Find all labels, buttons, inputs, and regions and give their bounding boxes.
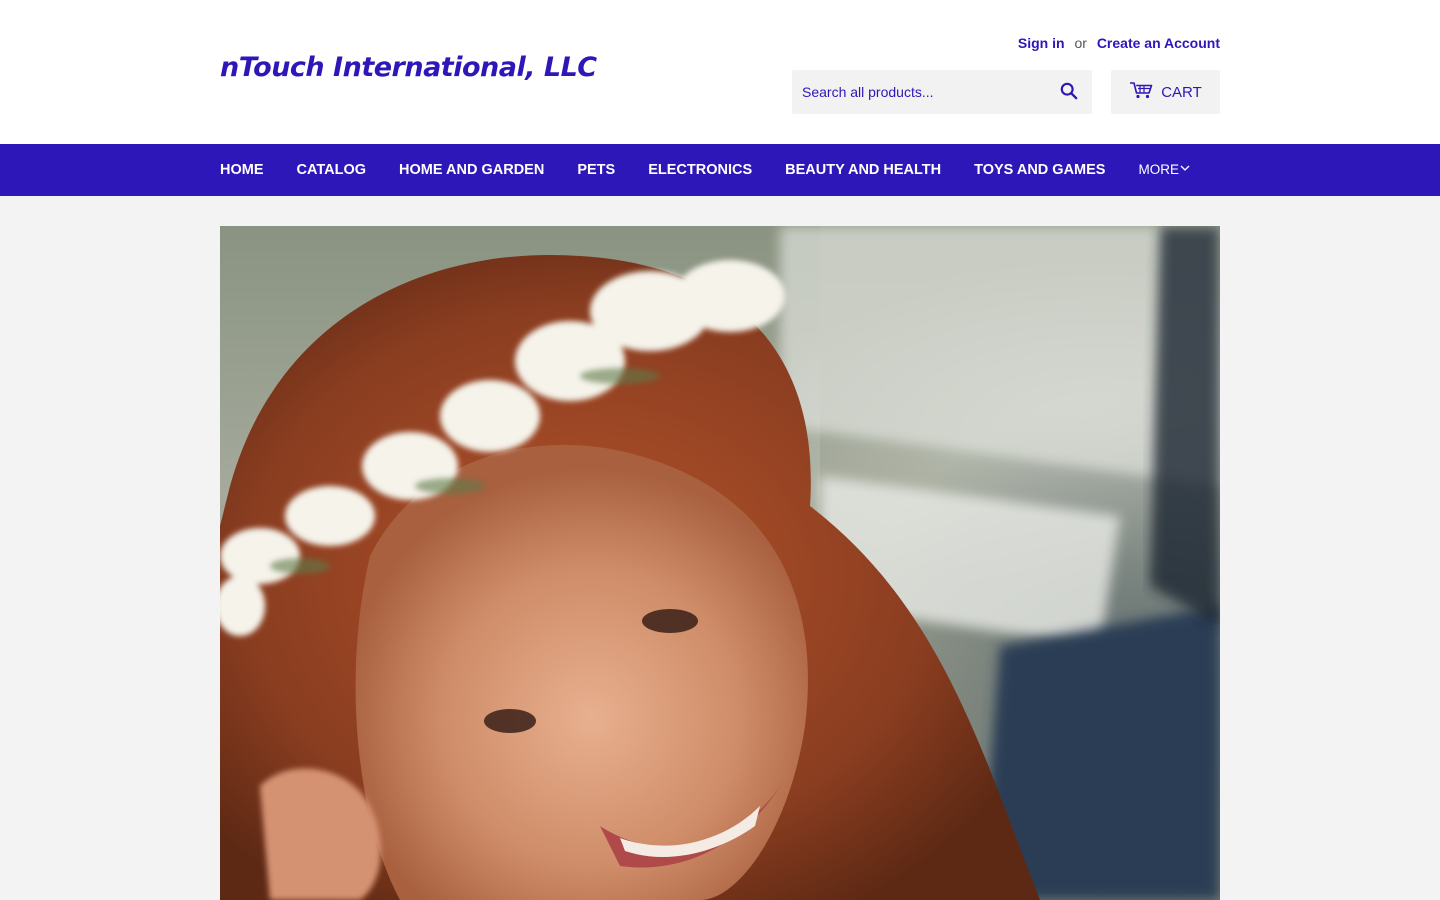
search-input[interactable] bbox=[792, 70, 1047, 114]
nav-item-electronics[interactable]: ELECTRONICS bbox=[648, 162, 752, 178]
nav-item-catalog[interactable]: CATALOG bbox=[297, 162, 367, 178]
main-nav: HOME CATALOG HOME AND GARDEN PETS ELECTR… bbox=[0, 144, 1440, 196]
site-header: nTouch International, LLC Sign in or Cre… bbox=[0, 0, 1440, 144]
cart-label: CART bbox=[1161, 83, 1202, 101]
hero-image bbox=[220, 226, 1220, 900]
nav-item-toys-and-games[interactable]: TOYS AND GAMES bbox=[974, 162, 1105, 178]
account-links: Sign in or Create an Account bbox=[1018, 35, 1220, 51]
cart-button[interactable]: CART bbox=[1111, 70, 1220, 114]
nav-more-label: MORE bbox=[1138, 162, 1179, 177]
nav-more-dropdown[interactable]: MORE bbox=[1138, 162, 1190, 177]
cart-icon bbox=[1129, 81, 1153, 103]
nav-item-home[interactable]: HOME bbox=[220, 162, 264, 178]
sign-in-link[interactable]: Sign in bbox=[1018, 35, 1065, 51]
create-account-link[interactable]: Create an Account bbox=[1097, 35, 1220, 51]
site-logo[interactable]: nTouch International, LLC bbox=[220, 52, 597, 83]
search-icon bbox=[1060, 82, 1078, 103]
hero-photo bbox=[220, 226, 1220, 900]
account-or-text: or bbox=[1074, 35, 1087, 51]
nav-item-home-and-garden[interactable]: HOME AND GARDEN bbox=[399, 162, 544, 178]
search-button[interactable] bbox=[1046, 70, 1092, 114]
chevron-down-icon bbox=[1179, 162, 1190, 177]
nav-list: HOME CATALOG HOME AND GARDEN PETS ELECTR… bbox=[220, 144, 1223, 196]
nav-item-beauty-and-health[interactable]: BEAUTY AND HEALTH bbox=[785, 162, 941, 178]
search-form bbox=[792, 70, 1092, 114]
nav-item-pets[interactable]: PETS bbox=[577, 162, 615, 178]
